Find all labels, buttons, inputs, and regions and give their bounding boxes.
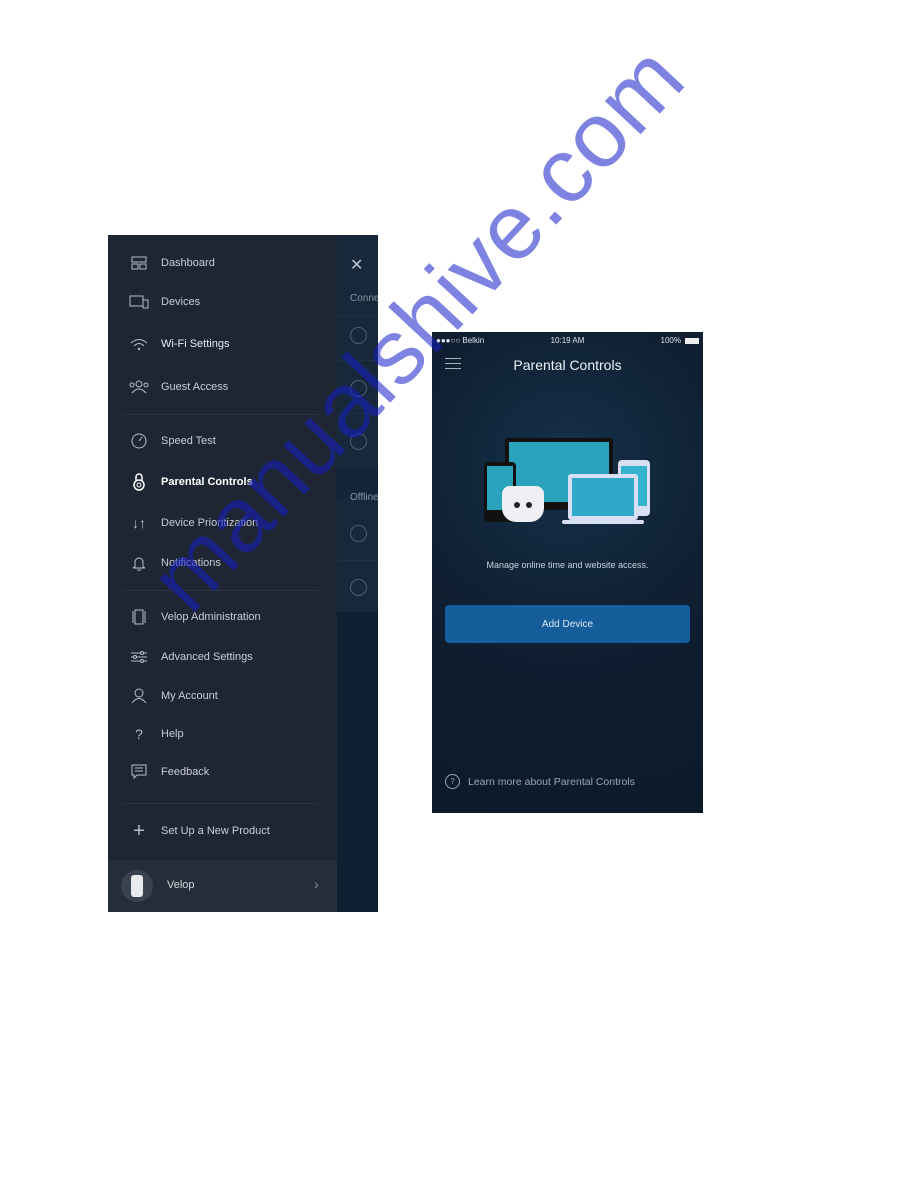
- add-device-button[interactable]: Add Device: [445, 605, 690, 643]
- parental-controls-screenshot: ●●●○○ Belkin 10:19 AM 100% Parental Cont…: [432, 332, 703, 813]
- menu-item-devices[interactable]: Devices: [108, 287, 337, 317]
- dashboard-icon: [128, 256, 150, 270]
- sidebar-menu: Dashboard Devices Wi-Fi Settings Guest A…: [108, 235, 337, 912]
- menu-item-device-prioritization[interactable]: ↓↑ Device Prioritization: [108, 508, 337, 538]
- menu-item-dashboard[interactable]: Dashboard: [108, 248, 337, 278]
- guest-icon: [128, 380, 150, 394]
- battery-percent: 100%: [660, 336, 681, 345]
- menu-item-set-up-new-product[interactable]: + Set Up a New Product: [108, 816, 337, 846]
- menu-item-guest-access[interactable]: Guest Access: [108, 372, 337, 402]
- arrows-icon: ↓↑: [132, 515, 146, 531]
- divider: [123, 803, 318, 804]
- background-device-list: [337, 235, 378, 612]
- menu-item-my-account[interactable]: My Account: [108, 681, 337, 711]
- page-title: Parental Controls: [513, 357, 622, 373]
- menu-item-advanced-settings[interactable]: Advanced Settings: [108, 642, 337, 672]
- wifi-icon: [128, 337, 150, 351]
- user-icon: [128, 688, 150, 704]
- help-circle-icon: ?: [445, 774, 460, 789]
- menu-item-wifi-settings[interactable]: Wi-Fi Settings: [108, 329, 337, 359]
- menu-item-feedback[interactable]: Feedback: [108, 757, 337, 787]
- offline-label: Offline: [350, 492, 378, 503]
- lock-icon: [128, 473, 150, 491]
- device-circle: [350, 525, 367, 542]
- learn-more-link[interactable]: ? Learn more about Parental Controls: [445, 774, 635, 789]
- close-icon[interactable]: ✕: [350, 255, 363, 275]
- velop-footer[interactable]: Velop ›: [108, 860, 337, 912]
- speedometer-icon: [128, 433, 150, 449]
- menu-item-parental-controls[interactable]: Parental Controls: [108, 467, 337, 497]
- device-circle: [350, 327, 367, 344]
- sliders-icon: [128, 650, 150, 664]
- device-circle: [350, 380, 367, 397]
- connected-label: Conne: [350, 293, 378, 304]
- menu-item-velop-administration[interactable]: Velop Administration: [108, 602, 337, 632]
- battery-icon: [685, 338, 699, 344]
- chat-icon: [128, 764, 150, 780]
- chevron-right-icon: ›: [314, 876, 319, 892]
- menu-item-notifications[interactable]: Notifications: [108, 548, 337, 578]
- bell-icon: [128, 555, 150, 571]
- device-circle: [350, 433, 367, 450]
- divider: [123, 414, 318, 415]
- plus-icon: +: [133, 819, 145, 842]
- menu-item-help[interactable]: ? Help: [108, 719, 337, 749]
- device-circle: [350, 579, 367, 596]
- menu-screenshot: ✕ Conne Offline Dashboard Devices Wi-Fi …: [108, 235, 378, 912]
- description: Manage online time and website access.: [486, 560, 649, 570]
- divider: [123, 590, 318, 591]
- devices-icon: [128, 295, 150, 309]
- devices-illustration: [482, 436, 662, 526]
- velop-label: Velop: [167, 879, 195, 891]
- question-icon: ?: [135, 726, 143, 742]
- velop-avatar: [121, 870, 153, 902]
- node-icon: [128, 609, 150, 625]
- menu-item-speed-test[interactable]: Speed Test: [108, 426, 337, 456]
